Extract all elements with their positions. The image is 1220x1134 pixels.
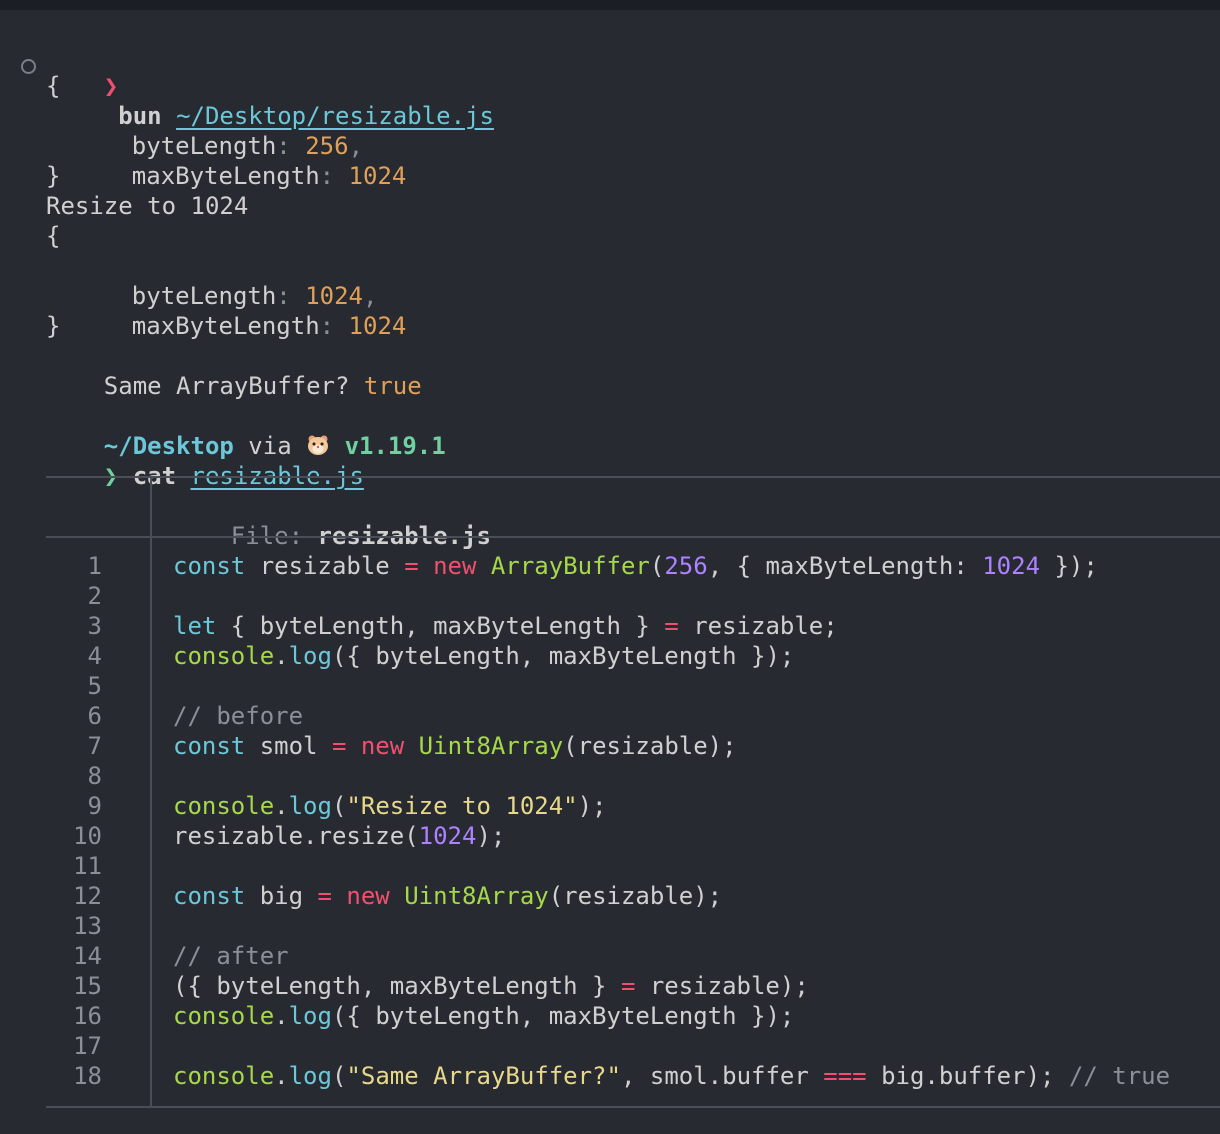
viewer-header-border: [46, 536, 1220, 538]
code-line-3: let { byteLength, maxByteLength } = resi…: [173, 612, 838, 640]
maxbytelength-value: 1024: [348, 312, 407, 340]
line-number: 14: [73, 942, 102, 970]
line-number: 11: [73, 852, 102, 880]
prompt-status-circle-icon: [21, 59, 36, 74]
output-brace-open: {: [46, 72, 61, 100]
prompt-arrow-icon: ❯: [103, 72, 119, 100]
code-line-14: // after: [173, 942, 289, 970]
code-line-4: console.log({ byteLength, maxByteLength …: [173, 642, 795, 670]
viewer-header-divider: [150, 478, 152, 536]
line-number: 1: [87, 552, 102, 580]
output-line-maxbytelength: maxByteLength: 1024: [131, 312, 407, 340]
command-line-2: ❯ cat resizable.js: [46, 431, 364, 490]
output-same-buffer: Same ArrayBuffer? true: [103, 372, 422, 400]
terminal-window: ❯ bun ~/Desktop/resizable.js { byteLengt…: [0, 10, 1220, 1134]
output-line-bytelength: byteLength: 256,: [131, 132, 364, 160]
output-line-bytelength: byteLength: 1024,: [131, 282, 378, 310]
prompt-status-line: ~/Desktop via v1.19.1: [103, 432, 446, 460]
code-line-16: console.log({ byteLength, maxByteLength …: [173, 1002, 795, 1030]
code-line-6: // before: [173, 702, 304, 730]
line-number: 18: [73, 1062, 102, 1090]
line-number: 9: [87, 792, 102, 820]
viewer-bottom-border: [46, 1106, 1220, 1108]
code-line-9: console.log("Resize to 1024");: [173, 792, 607, 820]
viewer-top-border: [46, 476, 1220, 478]
output-resize-message: Resize to 1024: [46, 192, 249, 220]
line-number: 5: [87, 672, 102, 700]
output-brace-close: }: [46, 312, 61, 340]
output-brace-open: {: [46, 222, 61, 250]
output-line-maxbytelength: maxByteLength: 1024: [131, 162, 407, 190]
code-line-10: resizable.resize(1024);: [173, 822, 506, 850]
code-line-7: const smol = new Uint8Array(resizable);: [173, 732, 737, 760]
maxbytelength-value: 1024: [348, 162, 407, 190]
line-number: 16: [73, 1002, 102, 1030]
line-number: 6: [87, 702, 102, 730]
line-number: 8: [87, 762, 102, 790]
line-number: 17: [73, 1032, 102, 1060]
code-line-18: console.log("Same ArrayBuffer?", smol.bu…: [173, 1062, 1171, 1090]
line-number: 12: [73, 882, 102, 910]
same-buffer-value: true: [363, 372, 422, 400]
command-line-1: ❯ bun ~/Desktop/resizable.js: [46, 41, 494, 130]
line-number: 15: [73, 972, 102, 1000]
line-number: 7: [87, 732, 102, 760]
code-line-12: const big = new Uint8Array(resizable);: [173, 882, 723, 910]
line-number: 3: [87, 612, 102, 640]
line-number: 2: [87, 582, 102, 610]
output-brace-close: }: [46, 162, 61, 190]
line-number: 4: [87, 642, 102, 670]
line-number: 13: [73, 912, 102, 940]
viewer-gutter-divider: [150, 538, 152, 1106]
code-line-15: ({ byteLength, maxByteLength } = resizab…: [173, 972, 809, 1000]
viewer-header: File: resizable.js: [230, 522, 491, 550]
code-line-1: const resizable = new ArrayBuffer(256, {…: [173, 552, 1098, 580]
line-number: 10: [73, 822, 102, 850]
